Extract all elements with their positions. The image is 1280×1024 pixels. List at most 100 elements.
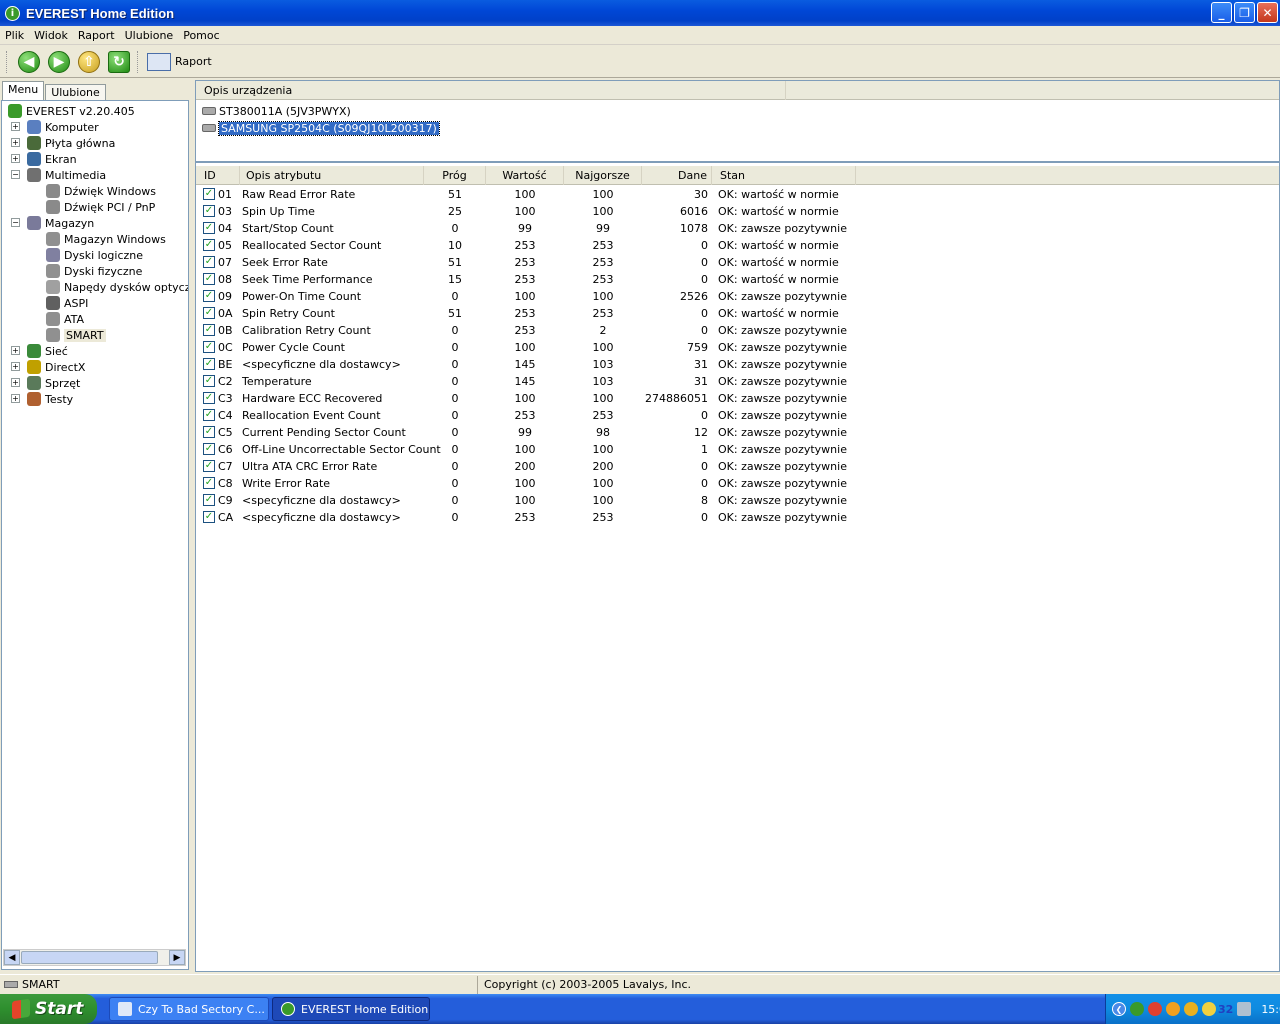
tree-item-testy[interactable]: Testy xyxy=(27,391,73,407)
title-bar[interactable]: i EVEREST Home Edition _ ❐ ✕ xyxy=(0,0,1280,26)
table-row[interactable]: ✓ 04 Start/Stop Count 0 99 99 1078 OK: zawsze p… xyxy=(196,220,1279,237)
tree-item-płyta-główna[interactable]: Płyta główna xyxy=(27,135,115,151)
col-header-status[interactable]: Stan xyxy=(712,166,856,185)
tree-expander[interactable]: + xyxy=(11,154,20,163)
table-row[interactable]: ✓ 07 Seek Error Rate 51 253 253 0 OK: wartość w… xyxy=(196,254,1279,271)
table-row[interactable]: ✓ CA <specyficzne dla dostawcy> 0 253 253 0 OK:… xyxy=(196,509,1279,526)
navigation-tree[interactable]: EVEREST v2.20.405 + Komputer + Płyta główna +… xyxy=(1,100,189,970)
device-item[interactable]: ST380011A (5JV3PWYX) xyxy=(202,103,351,119)
tree-item-sprzęt[interactable]: Sprzęt xyxy=(27,375,80,391)
tree-item-sieć[interactable]: Sieć xyxy=(27,343,68,359)
table-row[interactable]: ✓ 03 Spin Up Time 25 100 100 6016 OK: wartość w… xyxy=(196,203,1279,220)
tree-item-dyski-fizyczne[interactable]: Dyski fizyczne xyxy=(46,263,142,279)
col-header-data[interactable]: Dane xyxy=(642,166,712,185)
row-checkbox[interactable]: ✓ xyxy=(203,409,215,421)
table-row[interactable]: ✓ C7 Ultra ATA CRC Error Rate 0 200 200 0 OK: z… xyxy=(196,458,1279,475)
everest-tray-icon[interactable] xyxy=(1130,1002,1144,1016)
taskbar-item-document[interactable]: Czy To Bad Sectory C... xyxy=(109,997,269,1021)
tree-item-directx[interactable]: DirectX xyxy=(27,359,85,375)
table-row[interactable]: ✓ 09 Power-On Time Count 0 100 100 2526 OK: zaw… xyxy=(196,288,1279,305)
tray-number[interactable]: 32 xyxy=(1218,1003,1233,1016)
device-column-header[interactable]: Opis urządzenia xyxy=(200,81,786,100)
tree-item-dźwięk-pci-pnp[interactable]: Dźwięk PCI / PnP xyxy=(46,199,155,215)
tree-item-everest-v2-20-405[interactable]: EVEREST v2.20.405 xyxy=(8,103,135,119)
shield-tray-icon[interactable] xyxy=(1202,1002,1216,1016)
maximize-button[interactable]: ❐ xyxy=(1234,2,1255,23)
table-row[interactable]: ✓ 05 Reallocated Sector Count 10 253 253 0 OK: … xyxy=(196,237,1279,254)
scroll-right-button[interactable]: ▶ xyxy=(169,950,185,965)
pane-splitter[interactable] xyxy=(196,161,1279,163)
tree-item-ata[interactable]: ATA xyxy=(46,311,84,327)
row-checkbox[interactable]: ✓ xyxy=(203,256,215,268)
tab-menu[interactable]: Menu xyxy=(2,81,45,100)
tree-horizontal-scrollbar[interactable]: ◀ ▶ xyxy=(3,949,186,966)
close-button[interactable]: ✕ xyxy=(1257,2,1278,23)
table-row[interactable]: ✓ C8 Write Error Rate 0 100 100 0 OK: zawsze po… xyxy=(196,475,1279,492)
table-row[interactable]: ✓ 08 Seek Time Performance 15 253 253 0 OK: war… xyxy=(196,271,1279,288)
col-header-name[interactable]: Opis atrybutu xyxy=(242,166,424,185)
tray-expand-icon[interactable]: ❮ xyxy=(1112,1002,1126,1016)
menu-pomoc[interactable]: Pomoc xyxy=(178,29,224,42)
start-button[interactable]: Start xyxy=(0,994,97,1024)
report-button[interactable]: Raport xyxy=(147,52,212,71)
tree-expander[interactable]: + xyxy=(11,394,20,403)
row-checkbox[interactable]: ✓ xyxy=(203,477,215,489)
row-checkbox[interactable]: ✓ xyxy=(203,358,215,370)
antivirus-tray-icon[interactable] xyxy=(1148,1002,1162,1016)
scroll-left-button[interactable]: ◀ xyxy=(4,950,20,965)
table-row[interactable]: ✓ C9 <specyficzne dla dostawcy> 0 100 100 8 OK:… xyxy=(196,492,1279,509)
row-checkbox[interactable]: ✓ xyxy=(203,426,215,438)
table-row[interactable]: ✓ C3 Hardware ECC Recovered 0 100 100 27488605… xyxy=(196,390,1279,407)
row-checkbox[interactable]: ✓ xyxy=(203,290,215,302)
row-checkbox[interactable]: ✓ xyxy=(203,443,215,455)
row-checkbox[interactable]: ✓ xyxy=(203,205,215,217)
forward-button[interactable]: ▶ xyxy=(46,49,72,75)
row-checkbox[interactable]: ✓ xyxy=(203,273,215,285)
tree-expander[interactable]: − xyxy=(11,218,20,227)
row-checkbox[interactable]: ✓ xyxy=(203,222,215,234)
menu-widok[interactable]: Widok xyxy=(29,29,73,42)
tree-expander[interactable]: + xyxy=(11,362,20,371)
tree-expander[interactable]: − xyxy=(11,170,20,179)
safely-remove-hardware-icon[interactable] xyxy=(1237,1002,1252,1016)
scrollbar-thumb[interactable] xyxy=(21,951,158,964)
col-header-id[interactable]: ID xyxy=(200,166,240,185)
up-button[interactable]: ⇧ xyxy=(76,49,102,75)
refresh-button[interactable]: ↻ xyxy=(106,49,132,75)
row-checkbox[interactable]: ✓ xyxy=(203,341,215,353)
tree-item-komputer[interactable]: Komputer xyxy=(27,119,99,135)
taskbar-item-everest[interactable]: EVEREST Home Edition xyxy=(272,997,430,1021)
table-row[interactable]: ✓ C2 Temperature 0 145 103 31 OK: zawsze pozyty… xyxy=(196,373,1279,390)
table-row[interactable]: ✓ C6 Off-Line Uncorrectable Sector Count 0 1… xyxy=(196,441,1279,458)
tree-item-aspi[interactable]: ASPI xyxy=(46,295,88,311)
tree-item-napędy-dysków-optyczny[interactable]: Napędy dysków optyczny xyxy=(46,279,188,295)
col-header-value[interactable]: Wartość xyxy=(486,166,564,185)
menu-raport[interactable]: Raport xyxy=(73,29,120,42)
row-checkbox[interactable]: ✓ xyxy=(203,375,215,387)
tree-item-smart[interactable]: SMART xyxy=(46,327,106,343)
tree-expander[interactable]: + xyxy=(11,138,20,147)
tab-ulubione[interactable]: Ulubione xyxy=(45,84,106,100)
table-row[interactable]: ✓ C4 Reallocation Event Count 0 253 253 0 OK: z… xyxy=(196,407,1279,424)
network-tray-icon[interactable] xyxy=(1166,1002,1180,1016)
row-checkbox[interactable]: ✓ xyxy=(203,307,215,319)
row-checkbox[interactable]: ✓ xyxy=(203,511,215,523)
row-checkbox[interactable]: ✓ xyxy=(203,324,215,336)
table-row[interactable]: ✓ 01 Raw Read Error Rate 51 100 100 30 OK: wart… xyxy=(196,186,1279,203)
menu-plik[interactable]: Plik xyxy=(0,29,29,42)
back-button[interactable]: ◀ xyxy=(16,49,42,75)
tree-expander[interactable]: + xyxy=(11,122,20,131)
col-header-threshold[interactable]: Próg xyxy=(424,166,486,185)
device-item-selected[interactable]: SAMSUNG SP2504C (S09QJ10L200317) xyxy=(202,120,440,136)
col-header-worst[interactable]: Najgorsze xyxy=(564,166,642,185)
tree-item-dyski-logiczne[interactable]: Dyski logiczne xyxy=(46,247,143,263)
table-row[interactable]: ✓ 0A Spin Retry Count 51 253 253 0 OK: wartość … xyxy=(196,305,1279,322)
row-checkbox[interactable]: ✓ xyxy=(203,239,215,251)
tree-expander[interactable]: + xyxy=(11,378,20,387)
row-checkbox[interactable]: ✓ xyxy=(203,494,215,506)
tree-item-magazyn-windows[interactable]: Magazyn Windows xyxy=(46,231,166,247)
table-row[interactable]: ✓ 0B Calibration Retry Count 0 253 2 0 OK: zaws… xyxy=(196,322,1279,339)
table-row[interactable]: ✓ BE <specyficzne dla dostawcy> 0 145 103 31 OK… xyxy=(196,356,1279,373)
row-checkbox[interactable]: ✓ xyxy=(203,188,215,200)
tree-item-magazyn[interactable]: Magazyn xyxy=(27,215,94,231)
